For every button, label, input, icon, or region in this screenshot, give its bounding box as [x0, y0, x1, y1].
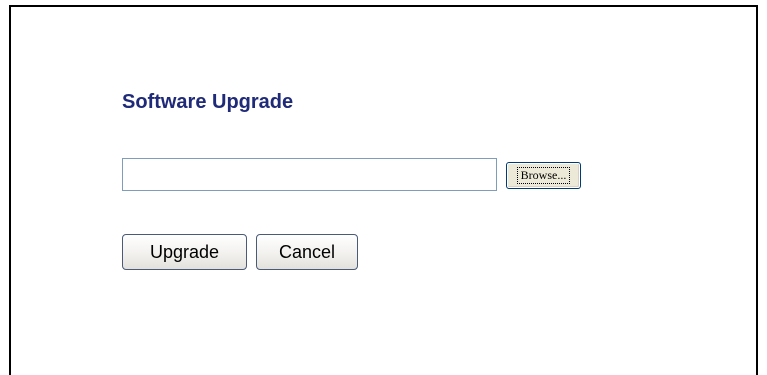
upgrade-button[interactable]: Upgrade	[122, 234, 247, 270]
cancel-button[interactable]: Cancel	[256, 234, 358, 270]
browse-button[interactable]: Browse...	[506, 162, 581, 189]
browse-button-label: Browse...	[516, 167, 571, 184]
file-path-input[interactable]	[122, 158, 497, 191]
page-title: Software Upgrade	[122, 91, 294, 113]
